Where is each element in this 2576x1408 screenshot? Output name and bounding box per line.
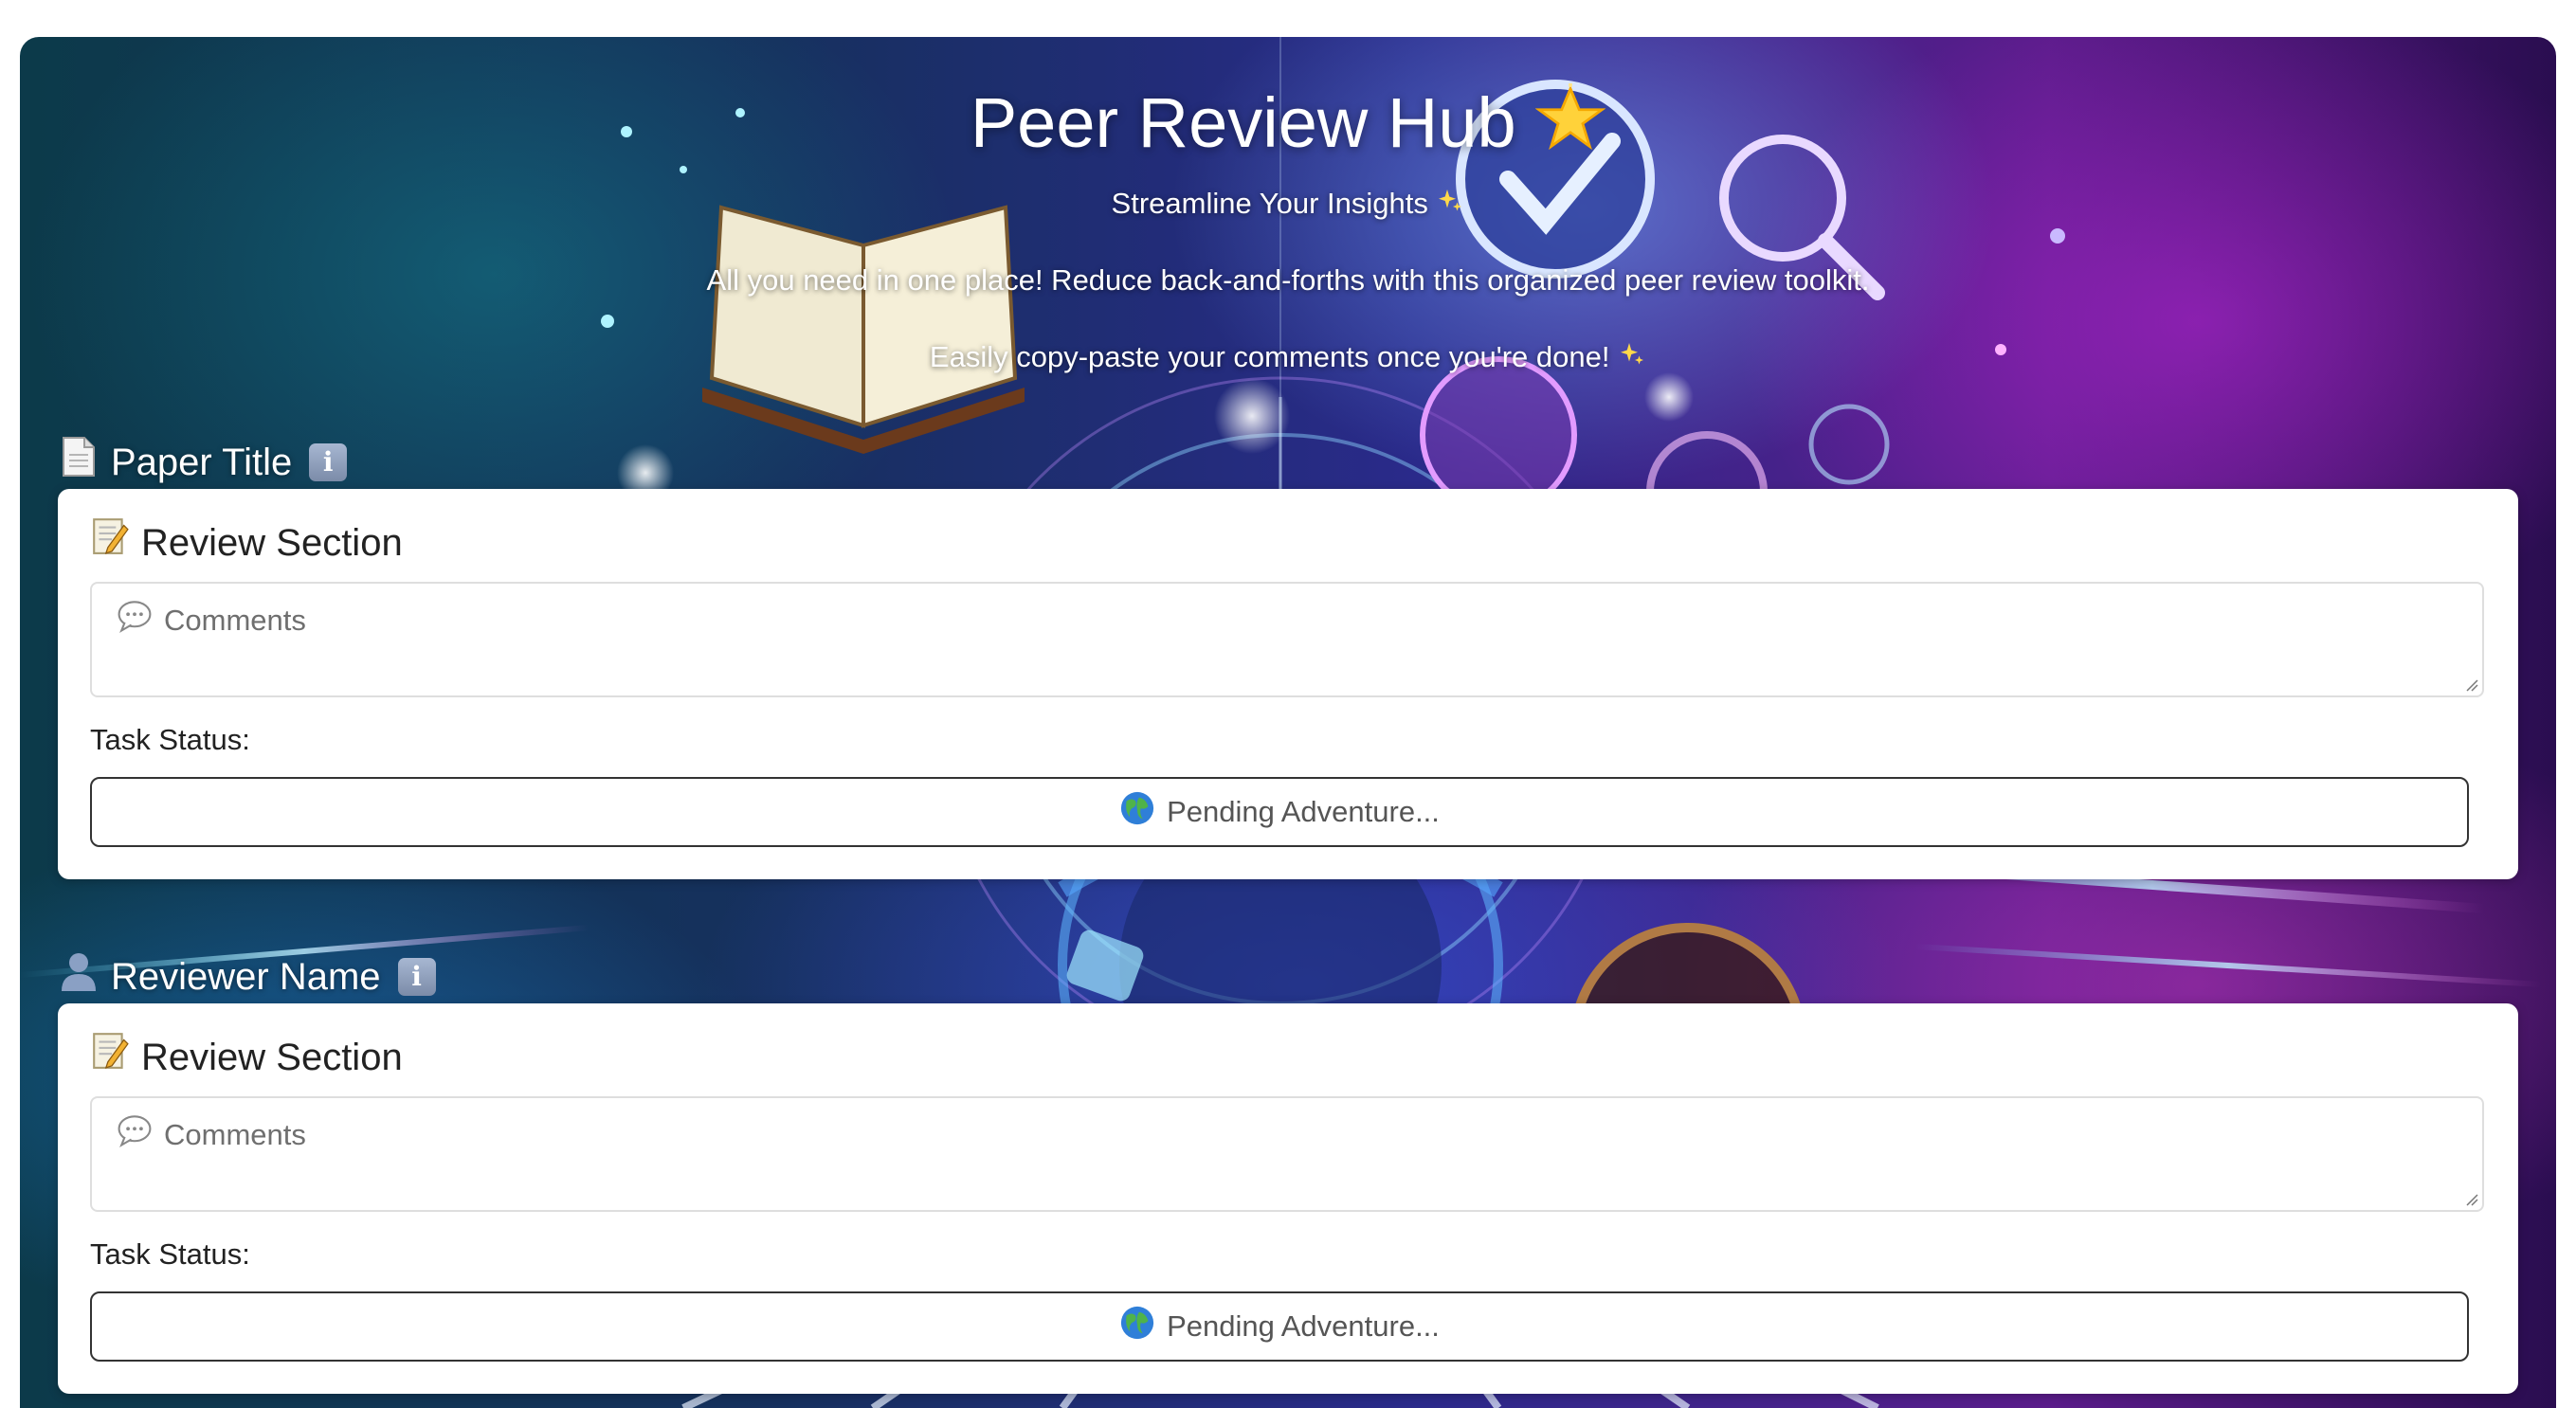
- comments-placeholder: Comments: [117, 1113, 306, 1157]
- page-title: Peer Review Hub: [20, 81, 2556, 172]
- comments-textarea[interactable]: Comments: [90, 582, 2484, 697]
- task-status-button-label: Pending Adventure...: [1167, 1309, 1440, 1343]
- speech-bubble-icon: [117, 599, 153, 642]
- review-section-label: Review Section: [141, 1037, 403, 1078]
- paper-title-label: Paper Title: [111, 442, 293, 483]
- intro-text-1: All you need in one place! Reduce back-a…: [706, 263, 1870, 297]
- review-card-paper-title: Review Section Comments Task Status: Pen…: [58, 489, 2518, 879]
- task-status-button[interactable]: Pending Adventure...: [90, 777, 2469, 847]
- person-icon: [60, 951, 98, 1002]
- speech-bubble-icon: [117, 1113, 153, 1157]
- globe-icon: [1119, 790, 1155, 834]
- review-section-label: Review Section: [141, 522, 403, 564]
- comments-placeholder-text: Comments: [164, 604, 306, 637]
- app-window: Peer Review Hub Streamline Your Insights…: [20, 37, 2556, 1408]
- task-status-button-label: Pending Adventure...: [1167, 795, 1440, 828]
- intro-text-2: Easily copy-paste your comments once you…: [20, 338, 2556, 378]
- page-subtitle: Streamline Your Insights: [20, 185, 2556, 225]
- review-section-title: Review Section: [90, 515, 403, 570]
- comments-placeholder: Comments: [117, 599, 306, 642]
- page-title-text: Peer Review Hub: [970, 83, 1516, 162]
- sparkles-icon: [1436, 187, 1464, 225]
- review-section-title: Review Section: [90, 1030, 403, 1085]
- resize-handle-icon[interactable]: [2465, 1193, 2478, 1206]
- information-icon[interactable]: i: [309, 443, 348, 481]
- sparkles-icon: [1618, 340, 1646, 378]
- comments-textarea[interactable]: Comments: [90, 1096, 2484, 1212]
- task-status-button[interactable]: Pending Adventure...: [90, 1291, 2469, 1362]
- glowing-star-icon: [1534, 83, 1606, 172]
- subtitle-text: Streamline Your Insights: [1111, 187, 1428, 220]
- intro-text-2-content: Easily copy-paste your comments once you…: [929, 340, 1610, 373]
- reviewer-name-heading: Reviewer Name i: [60, 951, 436, 1002]
- page-header: Peer Review Hub Streamline Your Insights…: [20, 37, 2556, 482]
- resize-handle-icon[interactable]: [2465, 678, 2478, 692]
- page-icon: [60, 436, 98, 489]
- comments-placeholder-text: Comments: [164, 1118, 306, 1151]
- memo-icon: [90, 1030, 130, 1085]
- paper-title-heading: Paper Title i: [60, 436, 348, 489]
- memo-icon: [90, 515, 130, 570]
- information-icon[interactable]: i: [397, 958, 436, 996]
- task-status-label: Task Status:: [90, 1237, 250, 1271]
- task-status-label: Task Status:: [90, 723, 250, 756]
- globe-icon: [1119, 1305, 1155, 1348]
- review-card-reviewer-name: Review Section Comments Task Status: Pen…: [58, 1003, 2518, 1394]
- reviewer-name-label: Reviewer Name: [111, 956, 381, 998]
